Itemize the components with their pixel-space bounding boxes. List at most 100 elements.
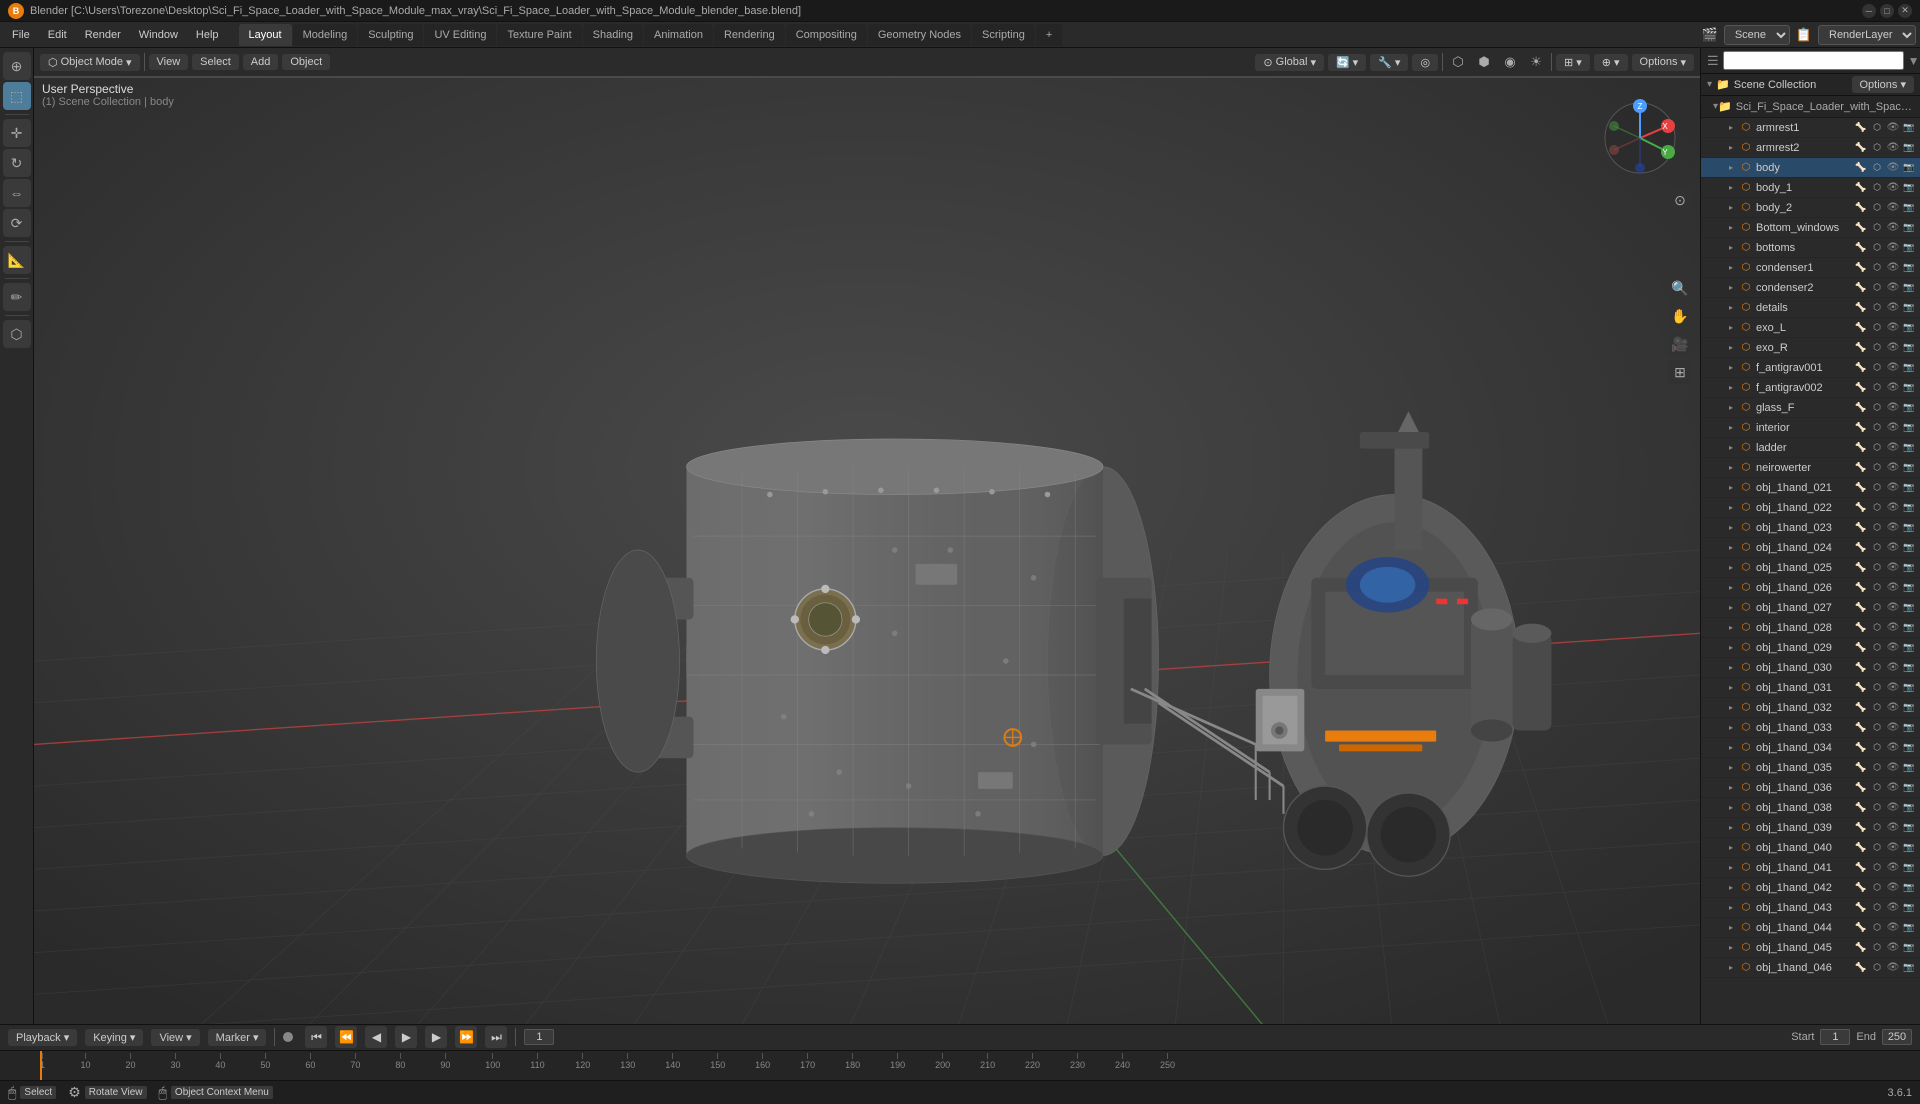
item-expand-ladder[interactable]: ▸ (1725, 442, 1737, 454)
item-bone-icon-ladder[interactable]: 🦴 (1854, 441, 1868, 455)
item-render-icon-obj_1hand_025[interactable]: 📷 (1902, 561, 1916, 575)
scene-collection-expand-icon[interactable]: ▾ (1707, 79, 1712, 90)
item-expand-obj_1hand_042[interactable]: ▸ (1725, 882, 1737, 894)
item-expand-obj_1hand_045[interactable]: ▸ (1725, 942, 1737, 954)
item-eye-icon-obj_1hand_023[interactable]: 👁 (1886, 521, 1900, 535)
item-data-icon-obj_1hand_046[interactable]: ⬡ (1870, 961, 1884, 975)
menu-render[interactable]: Render (77, 25, 129, 45)
item-render-icon-obj_1hand_030[interactable]: 📷 (1902, 661, 1916, 675)
item-expand-condenser2[interactable]: ▸ (1725, 282, 1737, 294)
timeline-track[interactable]: 1 10 20 30 40 50 60 70 80 90 100 110 120… (0, 1051, 1920, 1080)
item-render-icon-obj_1hand_026[interactable]: 📷 (1902, 581, 1916, 595)
next-keyframe-btn[interactable]: ⏩ (455, 1026, 477, 1048)
outliner-item-exo_L[interactable]: ▸ ⬡ exo_L 🦴 ⬡ 👁 📷 (1701, 318, 1920, 338)
item-eye-icon-obj_1hand_046[interactable]: 👁 (1886, 961, 1900, 975)
tab-uv-editing[interactable]: UV Editing (424, 24, 496, 46)
item-eye-icon-obj_1hand_030[interactable]: 👁 (1886, 661, 1900, 675)
item-expand-body_1[interactable]: ▸ (1725, 182, 1737, 194)
item-expand-obj_1hand_021[interactable]: ▸ (1725, 482, 1737, 494)
item-data-icon-obj_1hand_021[interactable]: ⬡ (1870, 481, 1884, 495)
item-expand-armrest1[interactable]: ▸ (1725, 122, 1737, 134)
navigation-gizmo[interactable]: X Y Z (1600, 98, 1680, 178)
item-bone-icon-obj_1hand_031[interactable]: 🦴 (1854, 681, 1868, 695)
menu-help[interactable]: Help (188, 25, 227, 45)
3d-viewport[interactable]: ⬡ Object Mode ▾ View Select Add Object ⊙… (34, 48, 1700, 1024)
item-render-icon-obj_1hand_038[interactable]: 📷 (1902, 801, 1916, 815)
current-frame-input[interactable]: 1 (524, 1029, 554, 1045)
item-expand-obj_1hand_025[interactable]: ▸ (1725, 562, 1737, 574)
outliner-item-body[interactable]: ▸ ⬡ body 🦴 ⬡ 👁 📷 (1701, 158, 1920, 178)
outliner-item-exo_R[interactable]: ▸ ⬡ exo_R 🦴 ⬡ 👁 📷 (1701, 338, 1920, 358)
item-render-icon-f_antigrav002[interactable]: 📷 (1902, 381, 1916, 395)
item-render-icon-exo_L[interactable]: 📷 (1902, 321, 1916, 335)
item-render-icon-obj_1hand_041[interactable]: 📷 (1902, 861, 1916, 875)
proportional-edit-btn[interactable]: ◎ (1412, 54, 1438, 71)
item-eye-icon-obj_1hand_033[interactable]: 👁 (1886, 721, 1900, 735)
item-eye-icon-obj_1hand_032[interactable]: 👁 (1886, 701, 1900, 715)
item-data-icon-obj_1hand_028[interactable]: ⬡ (1870, 621, 1884, 635)
item-expand-obj_1hand_029[interactable]: ▸ (1725, 642, 1737, 654)
item-eye-icon-obj_1hand_022[interactable]: 👁 (1886, 501, 1900, 515)
outliner-item-obj_1hand_031[interactable]: ▸ ⬡ obj_1hand_031 🦴 ⬡ 👁 📷 (1701, 678, 1920, 698)
item-bone-icon-obj_1hand_023[interactable]: 🦴 (1854, 521, 1868, 535)
item-eye-icon-body_2[interactable]: 👁 (1886, 201, 1900, 215)
menu-window[interactable]: Window (131, 25, 186, 45)
prev-frame-btn[interactable]: ◀ (365, 1026, 387, 1048)
start-frame-input[interactable] (1820, 1029, 1850, 1045)
outliner-item-obj_1hand_046[interactable]: ▸ ⬡ obj_1hand_046 🦴 ⬡ 👁 📷 (1701, 958, 1920, 978)
outliner-item-armrest1[interactable]: ▸ ⬡ armrest1 🦴 ⬡ 👁 📷 (1701, 118, 1920, 138)
move-tool-btn[interactable]: ✛ (3, 119, 31, 147)
item-expand-obj_1hand_040[interactable]: ▸ (1725, 842, 1737, 854)
item-expand-obj_1hand_043[interactable]: ▸ (1725, 902, 1737, 914)
item-expand-obj_1hand_038[interactable]: ▸ (1725, 802, 1737, 814)
item-bone-icon-obj_1hand_038[interactable]: 🦴 (1854, 801, 1868, 815)
item-expand-exo_R[interactable]: ▸ (1725, 342, 1737, 354)
select-box-tool-btn[interactable]: ⬚ (3, 82, 31, 110)
item-bone-icon-obj_1hand_032[interactable]: 🦴 (1854, 701, 1868, 715)
item-data-icon-obj_1hand_041[interactable]: ⬡ (1870, 861, 1884, 875)
rendered-shading-btn[interactable]: ☀ (1525, 51, 1547, 73)
measure-tool-btn[interactable]: 📐 (3, 246, 31, 274)
item-bone-icon-obj_1hand_042[interactable]: 🦴 (1854, 881, 1868, 895)
item-eye-icon-obj_1hand_041[interactable]: 👁 (1886, 861, 1900, 875)
item-render-icon-condenser1[interactable]: 📷 (1902, 261, 1916, 275)
viewport-options-btn[interactable]: Options ▾ (1632, 54, 1694, 71)
item-render-icon-obj_1hand_031[interactable]: 📷 (1902, 681, 1916, 695)
item-eye-icon-body[interactable]: 👁 (1886, 161, 1900, 175)
item-eye-icon-armrest2[interactable]: 👁 (1886, 141, 1900, 155)
item-expand-obj_1hand_030[interactable]: ▸ (1725, 662, 1737, 674)
next-frame-btn[interactable]: ▶ (425, 1026, 447, 1048)
item-render-icon-body_2[interactable]: 📷 (1902, 201, 1916, 215)
item-eye-icon-obj_1hand_043[interactable]: 👁 (1886, 901, 1900, 915)
item-bone-icon-obj_1hand_041[interactable]: 🦴 (1854, 861, 1868, 875)
item-bone-icon-f_antigrav001[interactable]: 🦴 (1854, 361, 1868, 375)
outliner-item-details[interactable]: ▸ ⬡ details 🦴 ⬡ 👁 📷 (1701, 298, 1920, 318)
item-eye-icon-obj_1hand_034[interactable]: 👁 (1886, 741, 1900, 755)
item-data-icon-obj_1hand_035[interactable]: ⬡ (1870, 761, 1884, 775)
item-bone-icon-obj_1hand_027[interactable]: 🦴 (1854, 601, 1868, 615)
item-data-icon-obj_1hand_022[interactable]: ⬡ (1870, 501, 1884, 515)
item-render-icon-obj_1hand_039[interactable]: 📷 (1902, 821, 1916, 835)
item-render-icon-armrest1[interactable]: 📷 (1902, 121, 1916, 135)
item-eye-icon-body_1[interactable]: 👁 (1886, 181, 1900, 195)
window-controls[interactable]: ─ □ ✕ (1862, 4, 1912, 18)
item-data-icon-interior[interactable]: ⬡ (1870, 421, 1884, 435)
item-render-icon-obj_1hand_032[interactable]: 📷 (1902, 701, 1916, 715)
item-bone-icon-armrest2[interactable]: 🦴 (1854, 141, 1868, 155)
item-render-icon-f_antigrav001[interactable]: 📷 (1902, 361, 1916, 375)
item-render-icon-armrest2[interactable]: 📷 (1902, 141, 1916, 155)
add-menu-btn[interactable]: Add (243, 54, 279, 70)
item-bone-icon-obj_1hand_034[interactable]: 🦴 (1854, 741, 1868, 755)
outliner-item-obj_1hand_023[interactable]: ▸ ⬡ obj_1hand_023 🦴 ⬡ 👁 📷 (1701, 518, 1920, 538)
item-bone-icon-exo_L[interactable]: 🦴 (1854, 321, 1868, 335)
item-eye-icon-Bottom_windows[interactable]: 👁 (1886, 221, 1900, 235)
item-expand-obj_1hand_028[interactable]: ▸ (1725, 622, 1737, 634)
item-data-icon-obj_1hand_045[interactable]: ⬡ (1870, 941, 1884, 955)
close-button[interactable]: ✕ (1898, 4, 1912, 18)
item-render-icon-details[interactable]: 📷 (1902, 301, 1916, 315)
item-data-icon-armrest1[interactable]: ⬡ (1870, 121, 1884, 135)
outliner-item-obj_1hand_034[interactable]: ▸ ⬡ obj_1hand_034 🦴 ⬡ 👁 📷 (1701, 738, 1920, 758)
item-data-icon-obj_1hand_042[interactable]: ⬡ (1870, 881, 1884, 895)
item-render-icon-obj_1hand_033[interactable]: 📷 (1902, 721, 1916, 735)
outliner-item-Bottom_windows[interactable]: ▸ ⬡ Bottom_windows 🦴 ⬡ 👁 📷 (1701, 218, 1920, 238)
